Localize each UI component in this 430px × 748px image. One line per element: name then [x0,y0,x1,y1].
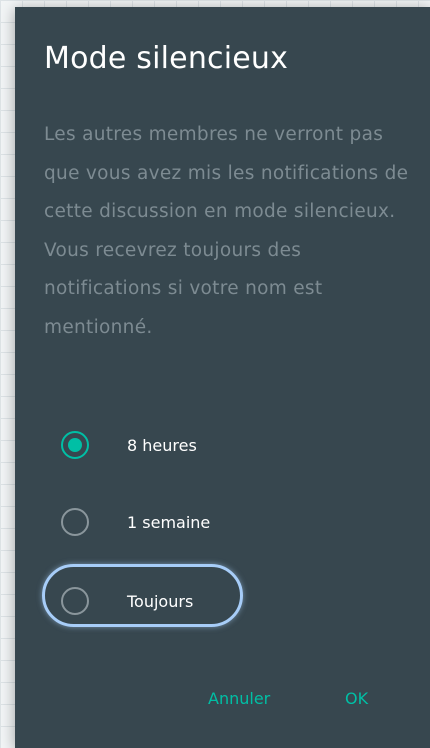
cancel-button[interactable]: Annuler [208,689,270,708]
option-1-week[interactable]: 1 semaine [61,507,210,537]
dialog-message: Les autres membres ne verront pas que vo… [44,124,409,338]
dialog-title: Mode silencieux [44,41,289,76]
radio-unselected-icon[interactable] [61,587,89,615]
mute-dialog: Mode silencieux Les autres membres ne ve… [15,7,430,748]
option-always[interactable]: Toujours [61,586,193,616]
option-8-hours[interactable]: 8 heures [61,430,197,460]
radio-unselected-icon[interactable] [61,508,89,536]
radio-selected-icon[interactable] [61,431,89,459]
option-label: 1 semaine [127,512,211,532]
option-label: 8 heures [127,435,197,455]
option-label: Toujours [127,591,194,611]
ok-button[interactable]: OK [345,689,368,708]
radio-dot [68,438,82,452]
